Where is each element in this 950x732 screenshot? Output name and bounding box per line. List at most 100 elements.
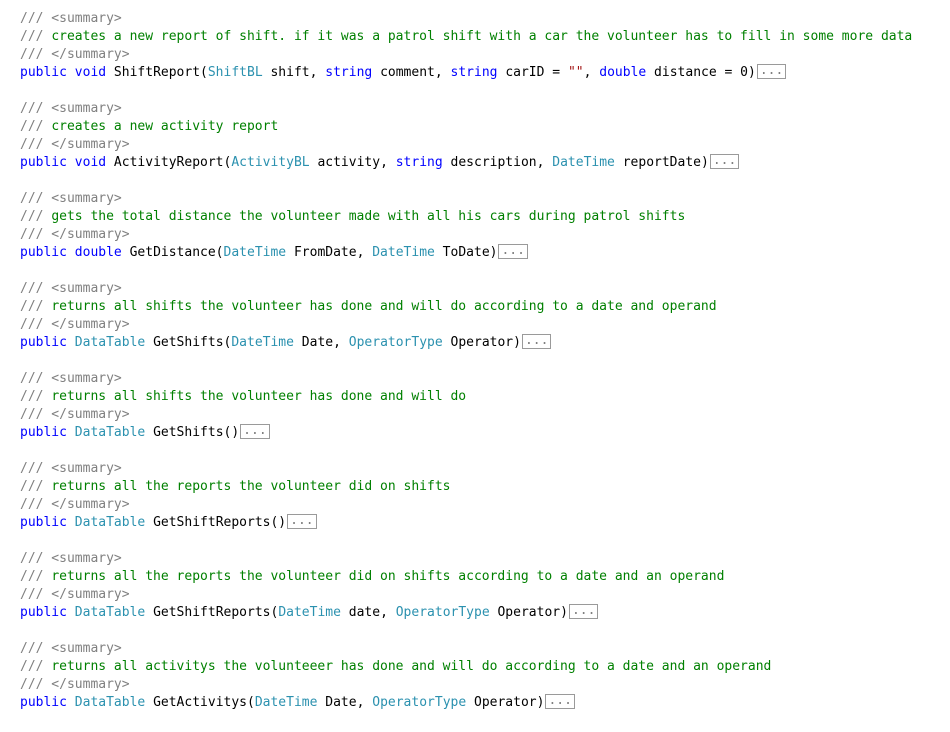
code-line[interactable]: public void ActivityReport(ActivityBL ac…: [20, 154, 950, 172]
type-token: DateTime: [278, 605, 341, 620]
code-line[interactable]: public double GetDistance(DateTime FromD…: [20, 244, 950, 262]
comment-text: gets the total distance the volunteer ma…: [51, 209, 686, 224]
blank-line[interactable]: [20, 442, 950, 460]
type-token: ActivityBL: [231, 155, 310, 170]
code-line[interactable]: public DataTable GetShiftReports(DateTim…: [20, 604, 950, 622]
code-text: Operator): [466, 695, 545, 710]
code-line[interactable]: /// <summary>: [20, 100, 950, 118]
code-line[interactable]: /// <summary>: [20, 640, 950, 658]
comment-marker: /// </summary>: [20, 317, 130, 332]
comment-marker: ///: [20, 119, 52, 134]
type-token: OperatorType: [395, 605, 490, 620]
code-line[interactable]: /// </summary>: [20, 46, 950, 64]
code-line[interactable]: public DataTable GetShifts(DateTime Date…: [20, 334, 950, 352]
code-line[interactable]: /// creates a new report of shift. if it…: [20, 28, 950, 46]
comment-text: returns all the reports the volunteer di…: [51, 569, 725, 584]
code-text: date,: [340, 605, 396, 620]
code-text: GetShiftReports(): [145, 515, 287, 530]
type-token: DateTime: [254, 695, 318, 710]
comment-marker: /// </summary>: [20, 677, 130, 692]
collapsed-region-button[interactable]: ...: [756, 64, 787, 79]
type-token: DataTable: [74, 515, 146, 530]
code-text: Operator): [442, 335, 521, 350]
type-token: DataTable: [74, 695, 146, 710]
keyword-token: double: [599, 65, 647, 80]
code-line[interactable]: /// </summary>: [20, 406, 950, 424]
code-line[interactable]: /// <summary>: [20, 550, 950, 568]
code-line[interactable]: /// returns all activitys the volunteeer…: [20, 658, 950, 676]
code-text: comment,: [372, 65, 451, 80]
blank-line[interactable]: [20, 622, 950, 640]
code-line[interactable]: /// <summary>: [20, 10, 950, 28]
code-line[interactable]: /// </summary>: [20, 496, 950, 514]
type-token: DateTime: [223, 245, 287, 260]
code-text: GetShiftReports(: [145, 605, 279, 620]
code-line[interactable]: /// gets the total distance the voluntee…: [20, 208, 950, 226]
code-editor[interactable]: /// <summary> /// creates a new report of…: [20, 10, 950, 712]
code-text: Operator): [489, 605, 568, 620]
type-token: OperatorType: [348, 335, 443, 350]
code-text: ,: [583, 65, 600, 80]
code-line[interactable]: /// creates a new activity report: [20, 118, 950, 136]
comment-marker: /// </summary>: [20, 497, 130, 512]
code-line[interactable]: /// returns all the reports the voluntee…: [20, 568, 950, 586]
collapsed-region-button[interactable]: ...: [545, 694, 575, 709]
type-token: DataTable: [74, 335, 146, 350]
keyword-token: public: [20, 155, 67, 170]
blank-line[interactable]: [20, 172, 950, 190]
collapsed-region-button[interactable]: ...: [568, 604, 599, 619]
comment-marker: ///: [20, 299, 52, 314]
code-line[interactable]: /// <summary>: [20, 280, 950, 298]
code-text: activity,: [309, 155, 396, 170]
code-line[interactable]: /// <summary>: [20, 370, 950, 388]
string-literal: "": [567, 65, 584, 80]
code-line[interactable]: /// <summary>: [20, 190, 950, 208]
keyword-token: double: [74, 245, 122, 260]
keyword-token: public: [20, 605, 67, 620]
collapsed-region-button[interactable]: ...: [287, 514, 317, 529]
code-line[interactable]: /// returns all the reports the voluntee…: [20, 478, 950, 496]
code-text: GetShifts(: [145, 335, 232, 350]
keyword-token: public: [20, 695, 67, 710]
code-line[interactable]: public DataTable GetActivitys(DateTime D…: [20, 694, 950, 712]
blank-line[interactable]: [20, 532, 950, 550]
code-line[interactable]: public DataTable GetShifts()...: [20, 424, 950, 442]
code-text: GetActivitys(: [145, 695, 255, 710]
comment-text: returns all shifts the volunteer has don…: [51, 389, 467, 404]
comment-text: returns all shifts the volunteer has don…: [51, 299, 717, 314]
code-line[interactable]: /// <summary>: [20, 460, 950, 478]
code-line[interactable]: /// returns all shifts the volunteer has…: [20, 388, 950, 406]
code-line[interactable]: /// </summary>: [20, 136, 950, 154]
code-line[interactable]: /// </summary>: [20, 676, 950, 694]
comment-text: creates a new report of shift. if it was…: [51, 29, 913, 44]
collapsed-region-button[interactable]: ...: [498, 244, 528, 259]
code-line[interactable]: /// returns all shifts the volunteer has…: [20, 298, 950, 316]
code-line[interactable]: /// </summary>: [20, 226, 950, 244]
comment-marker: ///: [20, 29, 52, 44]
type-token: DataTable: [74, 605, 146, 620]
code-line[interactable]: /// </summary>: [20, 586, 950, 604]
blank-line[interactable]: [20, 262, 950, 280]
blank-line[interactable]: [20, 82, 950, 100]
code-text: GetShifts(): [145, 425, 240, 440]
code-text: description,: [442, 155, 553, 170]
code-line[interactable]: public DataTable GetShiftReports()...: [20, 514, 950, 532]
comment-marker: ///: [20, 389, 52, 404]
keyword-token: void: [74, 155, 107, 170]
collapsed-region-button[interactable]: ...: [240, 424, 270, 439]
keyword-token: string: [450, 65, 498, 80]
type-token: DateTime: [552, 155, 615, 170]
code-line[interactable]: /// </summary>: [20, 316, 950, 334]
keyword-token: public: [20, 65, 67, 80]
blank-line[interactable]: [20, 352, 950, 370]
code-line[interactable]: public void ShiftReport(ShiftBL shift, s…: [20, 64, 950, 82]
type-token: DateTime: [372, 245, 435, 260]
collapsed-region-button[interactable]: ...: [521, 334, 552, 349]
keyword-token: string: [395, 155, 443, 170]
collapsed-region-button[interactable]: ...: [709, 154, 740, 169]
comment-marker: ///: [20, 479, 52, 494]
comment-marker: ///: [20, 209, 52, 224]
keyword-token: public: [20, 245, 67, 260]
